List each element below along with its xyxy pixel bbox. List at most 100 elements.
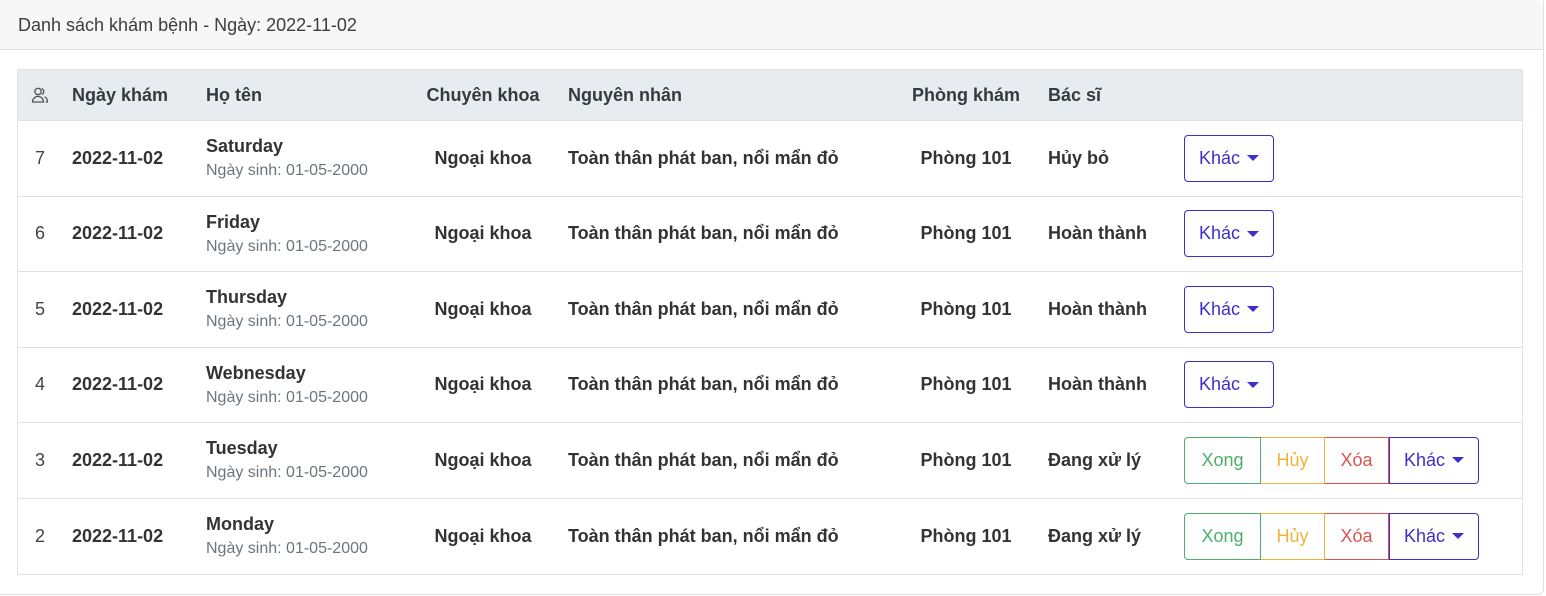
patient-name: Thursday — [206, 287, 288, 308]
caret-down-icon — [1247, 230, 1260, 237]
patient-info: Webnesday Ngày sinh: 01-05-2000 — [206, 348, 368, 423]
status: Hủy bỏ — [1048, 147, 1109, 168]
exam-date: 2022-11-02 — [72, 298, 164, 319]
more-dropdown-button[interactable]: Khác — [1184, 361, 1274, 409]
row-actions: Khác — [1184, 272, 1274, 347]
row-number: 6 — [34, 223, 45, 244]
patient-name: Tuesday — [206, 438, 278, 459]
caret-down-icon — [1247, 306, 1260, 313]
patient-dob: Ngày sinh: 01-05-2000 — [206, 313, 368, 331]
exam-date: 2022-11-02 — [72, 147, 164, 168]
more-dropdown-button[interactable]: Khác — [1389, 436, 1479, 484]
patient-info: Saturday Ngày sinh: 01-05-2000 — [206, 121, 368, 196]
row-number: 2 — [34, 525, 45, 546]
done-button[interactable]: Xong — [1184, 512, 1261, 560]
table-row: 3 2022-11-02 Tuesday Ngày sinh: 01-05-20… — [18, 423, 1522, 499]
caret-down-icon — [1452, 533, 1465, 540]
status: Hoàn thành — [1048, 298, 1147, 319]
room: Phòng 101 — [920, 525, 1012, 546]
patient-info: Monday Ngày sinh: 01-05-2000 — [206, 499, 368, 575]
reason: Toàn thân phát ban, nổi mẩn đỏ — [568, 147, 839, 168]
more-label: Khác — [1198, 147, 1241, 168]
col-doctor: Bác sĩ — [1048, 84, 1102, 105]
caret-down-icon — [1247, 155, 1260, 162]
appointment-card: Danh sách khám bệnh - Ngày: 2022-11-02 N… — [0, 0, 1544, 595]
patient-dob: Ngày sinh: 01-05-2000 — [206, 237, 368, 255]
room: Phòng 101 — [920, 147, 1012, 168]
specialty: Ngoại khoa — [434, 525, 532, 546]
col-room: Phòng khám — [911, 84, 1020, 105]
status: Đang xử lý — [1048, 449, 1142, 470]
caret-down-icon — [1452, 457, 1465, 464]
patient-dob: Ngày sinh: 01-05-2000 — [206, 464, 368, 482]
patient-name: Monday — [206, 514, 275, 535]
status: Hoàn thành — [1048, 223, 1147, 244]
row-actions: Xong Hủy Xóa Khác — [1184, 423, 1479, 498]
room: Phòng 101 — [920, 223, 1012, 244]
table-row: 4 2022-11-02 Webnesday Ngày sinh: 01-05-… — [18, 348, 1522, 423]
col-dept: Chuyên khoa — [426, 84, 540, 105]
patient-info: Tuesday Ngày sinh: 01-05-2000 — [206, 423, 368, 498]
reason: Toàn thân phát ban, nổi mẩn đỏ — [568, 374, 839, 395]
specialty: Ngoại khoa — [434, 298, 532, 319]
col-reason: Nguyên nhân — [568, 84, 683, 105]
patient-dob: Ngày sinh: 01-05-2000 — [206, 388, 368, 406]
patient-name: Webnesday — [206, 362, 306, 383]
exam-date: 2022-11-02 — [72, 374, 164, 395]
specialty: Ngoại khoa — [434, 147, 532, 168]
patient-info: Thursday Ngày sinh: 01-05-2000 — [206, 272, 368, 347]
users-icon — [28, 70, 52, 120]
room: Phòng 101 — [920, 449, 1012, 470]
table-row: 7 2022-11-02 Saturday Ngày sinh: 01-05-2… — [18, 121, 1522, 197]
exam-date: 2022-11-02 — [72, 449, 164, 470]
row-actions: Khác — [1184, 197, 1274, 272]
delete-button[interactable]: Xóa — [1325, 436, 1389, 484]
cancel-button[interactable]: Hủy — [1261, 436, 1325, 484]
table-row: 6 2022-11-02 Friday Ngày sinh: 01-05-200… — [18, 197, 1522, 272]
patient-name: Friday — [206, 211, 261, 232]
more-label: Khác — [1403, 525, 1446, 546]
col-date: Ngày khám — [72, 84, 169, 105]
specialty: Ngoại khoa — [434, 449, 532, 470]
specialty: Ngoại khoa — [434, 374, 532, 395]
caret-down-icon — [1247, 381, 1260, 388]
reason: Toàn thân phát ban, nổi mẩn đỏ — [568, 223, 839, 244]
appointment-table: Ngày khám Họ tên Chuyên khoa Nguyên nhân… — [17, 69, 1523, 575]
row-number: 4 — [34, 374, 45, 395]
reason: Toàn thân phát ban, nổi mẩn đỏ — [568, 298, 839, 319]
action-button-group: Xong Hủy Xóa Khác — [1184, 436, 1479, 484]
more-label: Khác — [1198, 298, 1241, 319]
patient-name: Saturday — [206, 136, 284, 157]
reason: Toàn thân phát ban, nổi mẩn đỏ — [568, 449, 839, 470]
row-number: 7 — [34, 147, 45, 168]
table-row: 5 2022-11-02 Thursday Ngày sinh: 01-05-2… — [18, 272, 1522, 348]
row-number: 5 — [34, 298, 45, 319]
card-title: Danh sách khám bệnh - Ngày: 2022-11-02 — [0, 0, 1543, 50]
patient-dob: Ngày sinh: 01-05-2000 — [206, 540, 368, 558]
status: Hoàn thành — [1048, 374, 1147, 395]
more-label: Khác — [1198, 223, 1241, 244]
row-actions: Khác — [1184, 121, 1274, 196]
patient-info: Friday Ngày sinh: 01-05-2000 — [206, 197, 368, 272]
more-dropdown-button[interactable]: Khác — [1184, 210, 1274, 258]
room: Phòng 101 — [920, 374, 1012, 395]
table-row: 2 2022-11-02 Monday Ngày sinh: 01-05-200… — [18, 499, 1522, 575]
row-number: 3 — [34, 449, 45, 470]
row-actions: Khác — [1184, 348, 1274, 423]
exam-date: 2022-11-02 — [72, 223, 164, 244]
status: Đang xử lý — [1048, 525, 1142, 546]
table-header: Ngày khám Họ tên Chuyên khoa Nguyên nhân… — [18, 70, 1522, 121]
row-actions: Xong Hủy Xóa Khác — [1184, 499, 1479, 575]
cancel-button[interactable]: Hủy — [1261, 512, 1325, 560]
room: Phòng 101 — [920, 298, 1012, 319]
delete-button[interactable]: Xóa — [1325, 512, 1389, 560]
more-dropdown-button[interactable]: Khác — [1389, 512, 1479, 560]
more-dropdown-button[interactable]: Khác — [1184, 285, 1274, 333]
reason: Toàn thân phát ban, nổi mẩn đỏ — [568, 525, 839, 546]
col-name: Họ tên — [206, 84, 262, 105]
more-dropdown-button[interactable]: Khác — [1184, 134, 1274, 182]
specialty: Ngoại khoa — [434, 223, 532, 244]
more-label: Khác — [1403, 449, 1446, 470]
more-label: Khác — [1198, 374, 1241, 395]
done-button[interactable]: Xong — [1184, 436, 1261, 484]
